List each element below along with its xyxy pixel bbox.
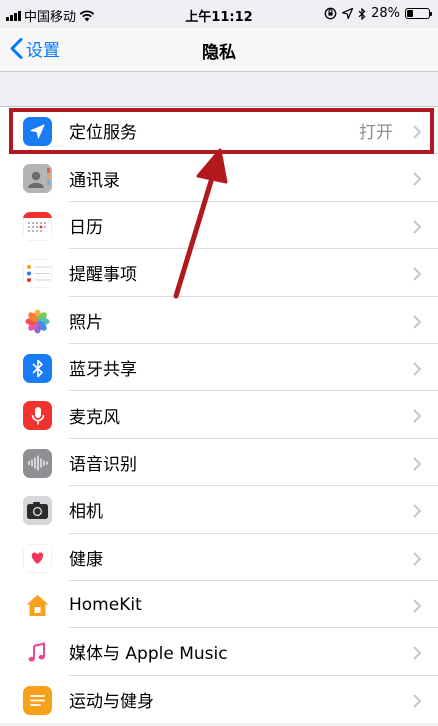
motion-fitness-icon — [23, 685, 52, 715]
list-item[interactable]: 麦克风 — [0, 391, 438, 439]
list-item-label: 日历 — [69, 217, 103, 238]
list-item[interactable]: 健康 — [0, 534, 438, 581]
list-item-label: 健康 — [69, 549, 103, 570]
list-item[interactable]: HomeKit — [0, 581, 438, 629]
location-arrow-icon — [23, 117, 52, 146]
list-item-label: 运动与健身 — [69, 691, 154, 712]
privacy-settings-list: 定位服务 打开通讯录日历提醒事项照片蓝牙共享麦克风语音识别相机健康 HomeKit 媒… — [0, 106, 438, 724]
list-item[interactable]: 通讯录 — [0, 154, 438, 202]
list-item[interactable]: 运动与健身 — [0, 676, 438, 723]
status-right: 28% — [324, 6, 432, 21]
page-title: 隐私 — [202, 43, 236, 63]
location-arrow-status-icon — [342, 8, 354, 19]
chevron-right-icon — [413, 314, 422, 333]
battery-fill — [407, 10, 413, 17]
photos-icon — [23, 306, 52, 336]
list-item-label: HomeKit — [69, 594, 142, 615]
list-item-label: 蓝牙共享 — [69, 360, 137, 381]
chevron-right-icon — [413, 124, 422, 143]
chevron-right-icon — [413, 266, 422, 285]
bluetooth-status-icon — [358, 7, 366, 20]
list-item[interactable]: 定位服务 打开 — [0, 107, 438, 155]
list-item[interactable]: 蓝牙共享 — [0, 344, 438, 392]
list-item[interactable]: 照片 — [0, 297, 438, 344]
chevron-right-icon — [413, 171, 422, 190]
chevron-right-icon — [413, 408, 422, 427]
list-item-label: 定位服务 — [69, 123, 137, 144]
reminders-icon — [23, 259, 52, 289]
chevron-right-icon — [413, 598, 422, 617]
chevron-right-icon — [413, 551, 422, 570]
battery-icon — [405, 8, 432, 19]
list-item-value: 打开 — [359, 123, 393, 144]
chevron-right-icon — [413, 456, 422, 475]
list-item[interactable]: 日历 — [0, 202, 438, 250]
list-item[interactable]: 相机 — [0, 486, 438, 534]
homekit-icon — [23, 590, 52, 620]
chevron-right-icon — [413, 645, 422, 664]
list-item-label: 媒体与 Apple Music — [69, 644, 228, 665]
chevron-right-icon — [413, 361, 422, 380]
list-item-label: 照片 — [69, 312, 103, 333]
camera-icon — [23, 496, 52, 526]
contacts-icon — [23, 164, 52, 194]
orientation-lock-icon — [324, 7, 337, 20]
list-item[interactable]: 语音识别 — [0, 439, 438, 487]
battery-percent: 28% — [371, 6, 400, 21]
list-item[interactable]: 媒体与 Apple Music — [0, 628, 438, 676]
nav-bar: 设置 隐私 — [0, 28, 438, 72]
list-item-label: 提醒事项 — [69, 265, 137, 286]
chevron-right-icon — [413, 693, 422, 712]
speech-recognition-icon — [23, 448, 52, 478]
list-item-label: 麦克风 — [69, 407, 120, 428]
list-item-label: 相机 — [69, 502, 103, 523]
calendar-icon — [23, 211, 52, 241]
status-bar: 中国移动 上午11:12 28% — [0, 0, 438, 28]
chevron-right-icon — [413, 503, 422, 522]
list-item[interactable]: 提醒事项 — [0, 249, 438, 297]
list-item-label: 通讯录 — [69, 170, 120, 191]
music-note-icon — [23, 638, 52, 668]
health-heart-icon — [23, 543, 52, 573]
list-item-label: 语音识别 — [69, 454, 137, 475]
microphone-icon — [23, 401, 52, 431]
bluetooth-icon — [23, 353, 52, 383]
chevron-right-icon — [413, 219, 422, 238]
